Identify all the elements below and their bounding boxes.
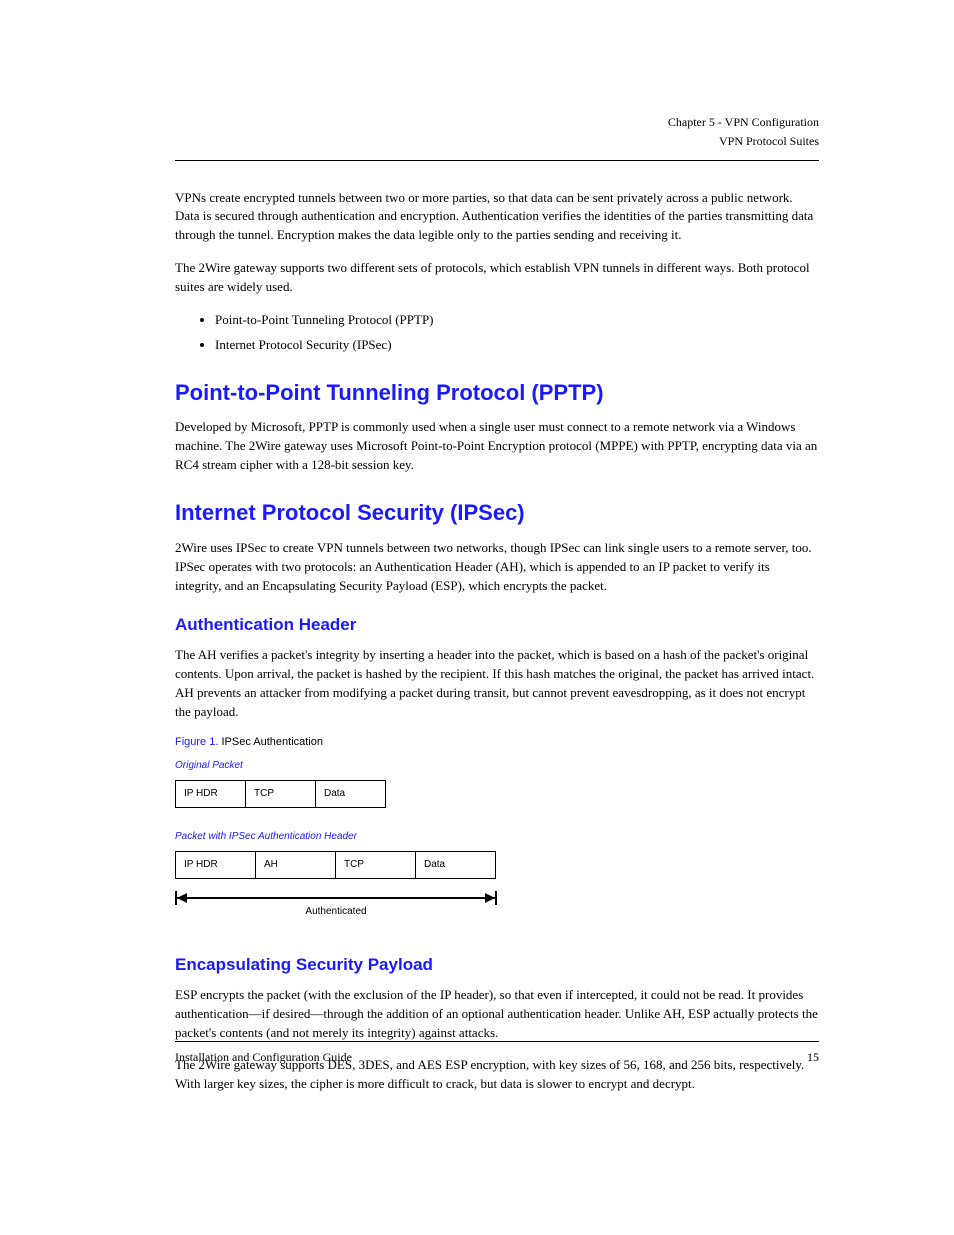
orig-cell-data: Data (316, 780, 386, 808)
footer-rule (175, 1041, 819, 1042)
intro-paragraph-1: VPNs create encrypted tunnels between tw… (175, 189, 819, 246)
esp-paragraph-1: ESP encrypts the packet (with the exclus… (175, 986, 819, 1043)
header-section: VPN Protocol Suites (175, 133, 819, 150)
protocol-list: Point-to-Point Tunneling Protocol (PPTP)… (175, 311, 819, 355)
page-footer: Installation and Configuration Guide 15 (175, 1041, 819, 1065)
running-header: Chapter 5 - VPN Configuration VPN Protoc… (175, 114, 819, 150)
footer-page-number: 15 (807, 1050, 819, 1065)
figure-1-caption: Figure 1. IPSec Authentication (175, 735, 819, 751)
arrowhead-left-icon (177, 893, 187, 903)
arrow-line (175, 897, 497, 899)
header-rule (175, 160, 819, 161)
original-packet-label: Original Packet (175, 759, 819, 774)
pptp-heading: Point-to-Point Tunneling Protocol (PPTP) (175, 377, 819, 409)
authenticated-span: Authenticated (175, 889, 497, 923)
figure-1-number: Figure 1. (175, 736, 218, 748)
body: VPNs create encrypted tunnels between tw… (175, 189, 819, 1095)
ah-paragraph: The AH verifies a packet's integrity by … (175, 646, 819, 721)
ipsec-paragraph-1: 2Wire uses IPSec to create VPN tunnels b… (175, 539, 819, 596)
authenticated-label: Authenticated (175, 905, 497, 920)
auth-cell-ah: AH (256, 851, 336, 879)
ah-heading: Authentication Header (175, 613, 819, 638)
protocol-list-item-pptp: Point-to-Point Tunneling Protocol (PPTP) (215, 311, 819, 330)
orig-cell-tcp: TCP (246, 780, 316, 808)
arrowhead-right-icon (485, 893, 495, 903)
figure-1-diagram: Original Packet IP HDR TCP Data Packet w… (175, 759, 819, 923)
intro-paragraph-2: The 2Wire gateway supports two different… (175, 259, 819, 297)
protocol-list-item-ipsec: Internet Protocol Security (IPSec) (215, 336, 819, 355)
figure-1-title: IPSec Authentication (221, 736, 323, 748)
auth-cell-iphdr: IP HDR (176, 851, 256, 879)
original-packet-table: IP HDR TCP Data (175, 780, 386, 809)
orig-cell-iphdr: IP HDR (176, 780, 246, 808)
footer-doc-title: Installation and Configuration Guide (175, 1050, 352, 1065)
pptp-paragraph: Developed by Microsoft, PPTP is commonly… (175, 418, 819, 475)
auth-cell-data: Data (416, 851, 496, 879)
auth-cell-tcp: TCP (336, 851, 416, 879)
ipsec-heading: Internet Protocol Security (IPSec) (175, 497, 819, 529)
page: Chapter 5 - VPN Configuration VPN Protoc… (0, 0, 954, 1235)
auth-packet-table: IP HDR AH TCP Data (175, 851, 496, 880)
auth-packet-label: Packet with IPSec Authentication Header (175, 830, 819, 845)
esp-heading: Encapsulating Security Payload (175, 953, 819, 978)
header-chapter: Chapter 5 - VPN Configuration (175, 114, 819, 131)
